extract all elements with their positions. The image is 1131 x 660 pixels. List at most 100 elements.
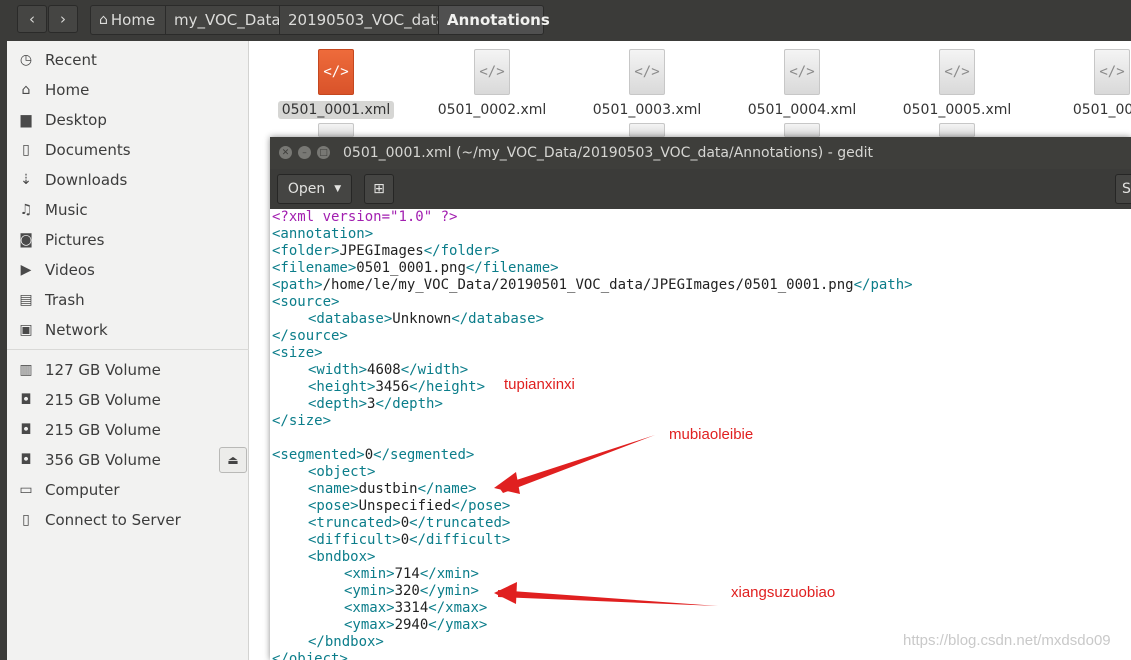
breadcrumb-label: 20190503_VOC_data: [288, 11, 446, 29]
xml-value: 714: [394, 566, 420, 582]
annotation-pixel-coordinates: xiangsuzuobiao: [731, 584, 836, 601]
chevron-right-icon: ›: [60, 10, 66, 28]
open-label: Open: [287, 181, 326, 197]
xml-tag: <pose>: [308, 498, 359, 514]
xml-value: 3456: [375, 379, 410, 395]
sidebar-item-volume-215b[interactable]: ◘ 215 GB Volume: [7, 415, 249, 445]
forward-button[interactable]: ›: [48, 5, 78, 33]
xml-value: /home/le/my_VOC_Data/20190501_VOC_data/J…: [322, 277, 854, 293]
xml-tag: </height>: [409, 379, 486, 395]
code-line: <truncated>0</truncated>: [308, 515, 510, 532]
sidebar-item-pictures[interactable]: ◙ Pictures: [7, 225, 249, 255]
sidebar-item-music[interactable]: ♫ Music: [7, 195, 249, 225]
sidebar-item-connect-to-server[interactable]: ▯ Connect to Server: [7, 505, 249, 535]
sidebar-item-label: Recent: [45, 51, 97, 69]
xml-tag: <truncated>: [308, 515, 401, 531]
code-line: </bndbox>: [308, 634, 384, 651]
xml-tag: <xmin>: [344, 566, 395, 582]
minimize-button[interactable]: –: [298, 146, 311, 159]
xml-value: 0: [364, 447, 374, 463]
sidebar-item-volume-215a[interactable]: ◘ 215 GB Volume: [7, 385, 249, 415]
sidebar-item-recent[interactable]: ◷ Recent: [7, 45, 249, 75]
sidebar-item-trash[interactable]: ▤ Trash: [7, 285, 249, 315]
sidebar-item-documents[interactable]: ▯ Documents: [7, 135, 249, 165]
sidebar-item-network[interactable]: ▣ Network: [7, 315, 249, 345]
xml-tag: </segmented>: [373, 447, 475, 463]
sidebar-item-label: Computer: [45, 481, 120, 499]
eject-button[interactable]: ⏏: [219, 447, 247, 473]
code-line: <database>Unknown</database>: [308, 311, 544, 328]
xml-version-value: "1.0": [390, 209, 433, 225]
caret-down-icon: ▼: [334, 184, 342, 194]
sidebar-item-computer[interactable]: ▭ Computer: [7, 475, 249, 505]
save-label: S: [1122, 181, 1131, 197]
code-line: <pose>Unspecified</pose>: [308, 498, 510, 515]
close-icon: ✕: [281, 147, 290, 158]
sidebar-item-label: Music: [45, 201, 88, 219]
xml-file-icon: </>: [629, 49, 665, 95]
file-item[interactable]: </> 0501_0005.xml: [882, 49, 1032, 119]
file-item[interactable]: </> 0501_0004.xml: [727, 49, 877, 119]
save-button[interactable]: S: [1115, 174, 1131, 204]
drive-icon: ▥: [19, 362, 33, 378]
xml-tag: </size>: [272, 413, 332, 429]
file-item[interactable]: </> 0501_0003.xml: [572, 49, 722, 119]
sidebar: ◷ Recent ⌂ Home ▆ Desktop ▯ Documents ⇣ …: [7, 41, 249, 660]
maximize-button[interactable]: □: [317, 146, 330, 159]
breadcrumb-voc-data[interactable]: 20190503_VOC_data: [279, 5, 445, 35]
file-name: 0501_0004.xml: [747, 102, 857, 118]
xml-tag: <object>: [308, 464, 376, 480]
code-line: <xmin>714</xmin>: [344, 566, 479, 583]
xml-tag: </difficult>: [409, 532, 511, 548]
file-item[interactable]: </> 0501_0006: [1037, 49, 1131, 119]
file-item[interactable]: </> 0501_0001.xml: [261, 49, 411, 119]
code-line: <difficult>0</difficult>: [308, 532, 510, 549]
xml-file-icon: </>: [784, 49, 820, 95]
code-line: <name>dustbin</name>: [308, 481, 477, 498]
xml-tag: </pose>: [451, 498, 511, 514]
xml-tag: <xmax>: [344, 600, 395, 616]
server-icon: ▯: [22, 512, 30, 528]
open-button[interactable]: Open ▼: [277, 174, 352, 204]
drive-icon: ◘: [20, 452, 32, 468]
code-line: </source>: [272, 328, 348, 345]
file-item[interactable]: [261, 123, 411, 137]
eject-icon: ⏏: [227, 453, 239, 467]
sidebar-item-home[interactable]: ⌂ Home: [7, 75, 249, 105]
xml-tag: </ymax>: [428, 617, 488, 633]
sidebar-item-videos[interactable]: ▶ Videos: [7, 255, 249, 285]
xml-tag: <width>: [308, 362, 368, 378]
sidebar-item-label: Home: [45, 81, 90, 99]
gedit-window: ✕ – □ 0501_0001.xml (~/my_VOC_Data/20190…: [270, 137, 1131, 660]
file-item[interactable]: </> 0501_0002.xml: [417, 49, 567, 119]
new-tab-icon: ⊞: [373, 181, 385, 197]
file-item[interactable]: [727, 123, 877, 137]
breadcrumb-annotations[interactable]: Annotations: [438, 5, 550, 35]
gedit-titlebar: ✕ – □ 0501_0001.xml (~/my_VOC_Data/20190…: [270, 137, 1131, 169]
xml-tag: <annotation>: [272, 226, 374, 242]
xml-tag: <database>: [308, 311, 393, 327]
xml-tag: <ymin>: [344, 583, 395, 599]
file-item[interactable]: [882, 123, 1032, 137]
file-name: 0501_0003.xml: [592, 102, 702, 118]
breadcrumb-my-voc-data[interactable]: my_VOC_Data: [165, 5, 281, 35]
breadcrumb-home[interactable]: ⌂ Home: [90, 5, 166, 35]
xml-tag: </path>: [853, 277, 913, 293]
close-button[interactable]: ✕: [279, 146, 292, 159]
back-button[interactable]: ‹: [17, 5, 47, 33]
new-tab-button[interactable]: ⊞: [364, 174, 394, 204]
watermark: https://blog.csdn.net/mxdsdo09: [903, 632, 1111, 649]
sidebar-item-desktop[interactable]: ▆ Desktop: [7, 105, 249, 135]
window-title: 0501_0001.xml (~/my_VOC_Data/20190503_VO…: [343, 145, 873, 161]
sidebar-item-downloads[interactable]: ⇣ Downloads: [7, 165, 249, 195]
sidebar-item-volume-127[interactable]: ▥ 127 GB Volume: [7, 355, 249, 385]
code-line: <source>: [272, 294, 339, 311]
xml-tag: <folder>: [272, 243, 340, 259]
xml-file-icon: </>: [318, 49, 354, 95]
xml-tag: <path>: [272, 277, 323, 293]
sidebar-item-label: 356 GB Volume: [45, 451, 161, 469]
sidebar-item-volume-356[interactable]: ◘ 356 GB Volume: [7, 445, 249, 475]
file-item[interactable]: [572, 123, 722, 137]
code-line: <?xml version="1.0" ?>: [272, 209, 457, 226]
xml-tag: </database>: [451, 311, 545, 327]
